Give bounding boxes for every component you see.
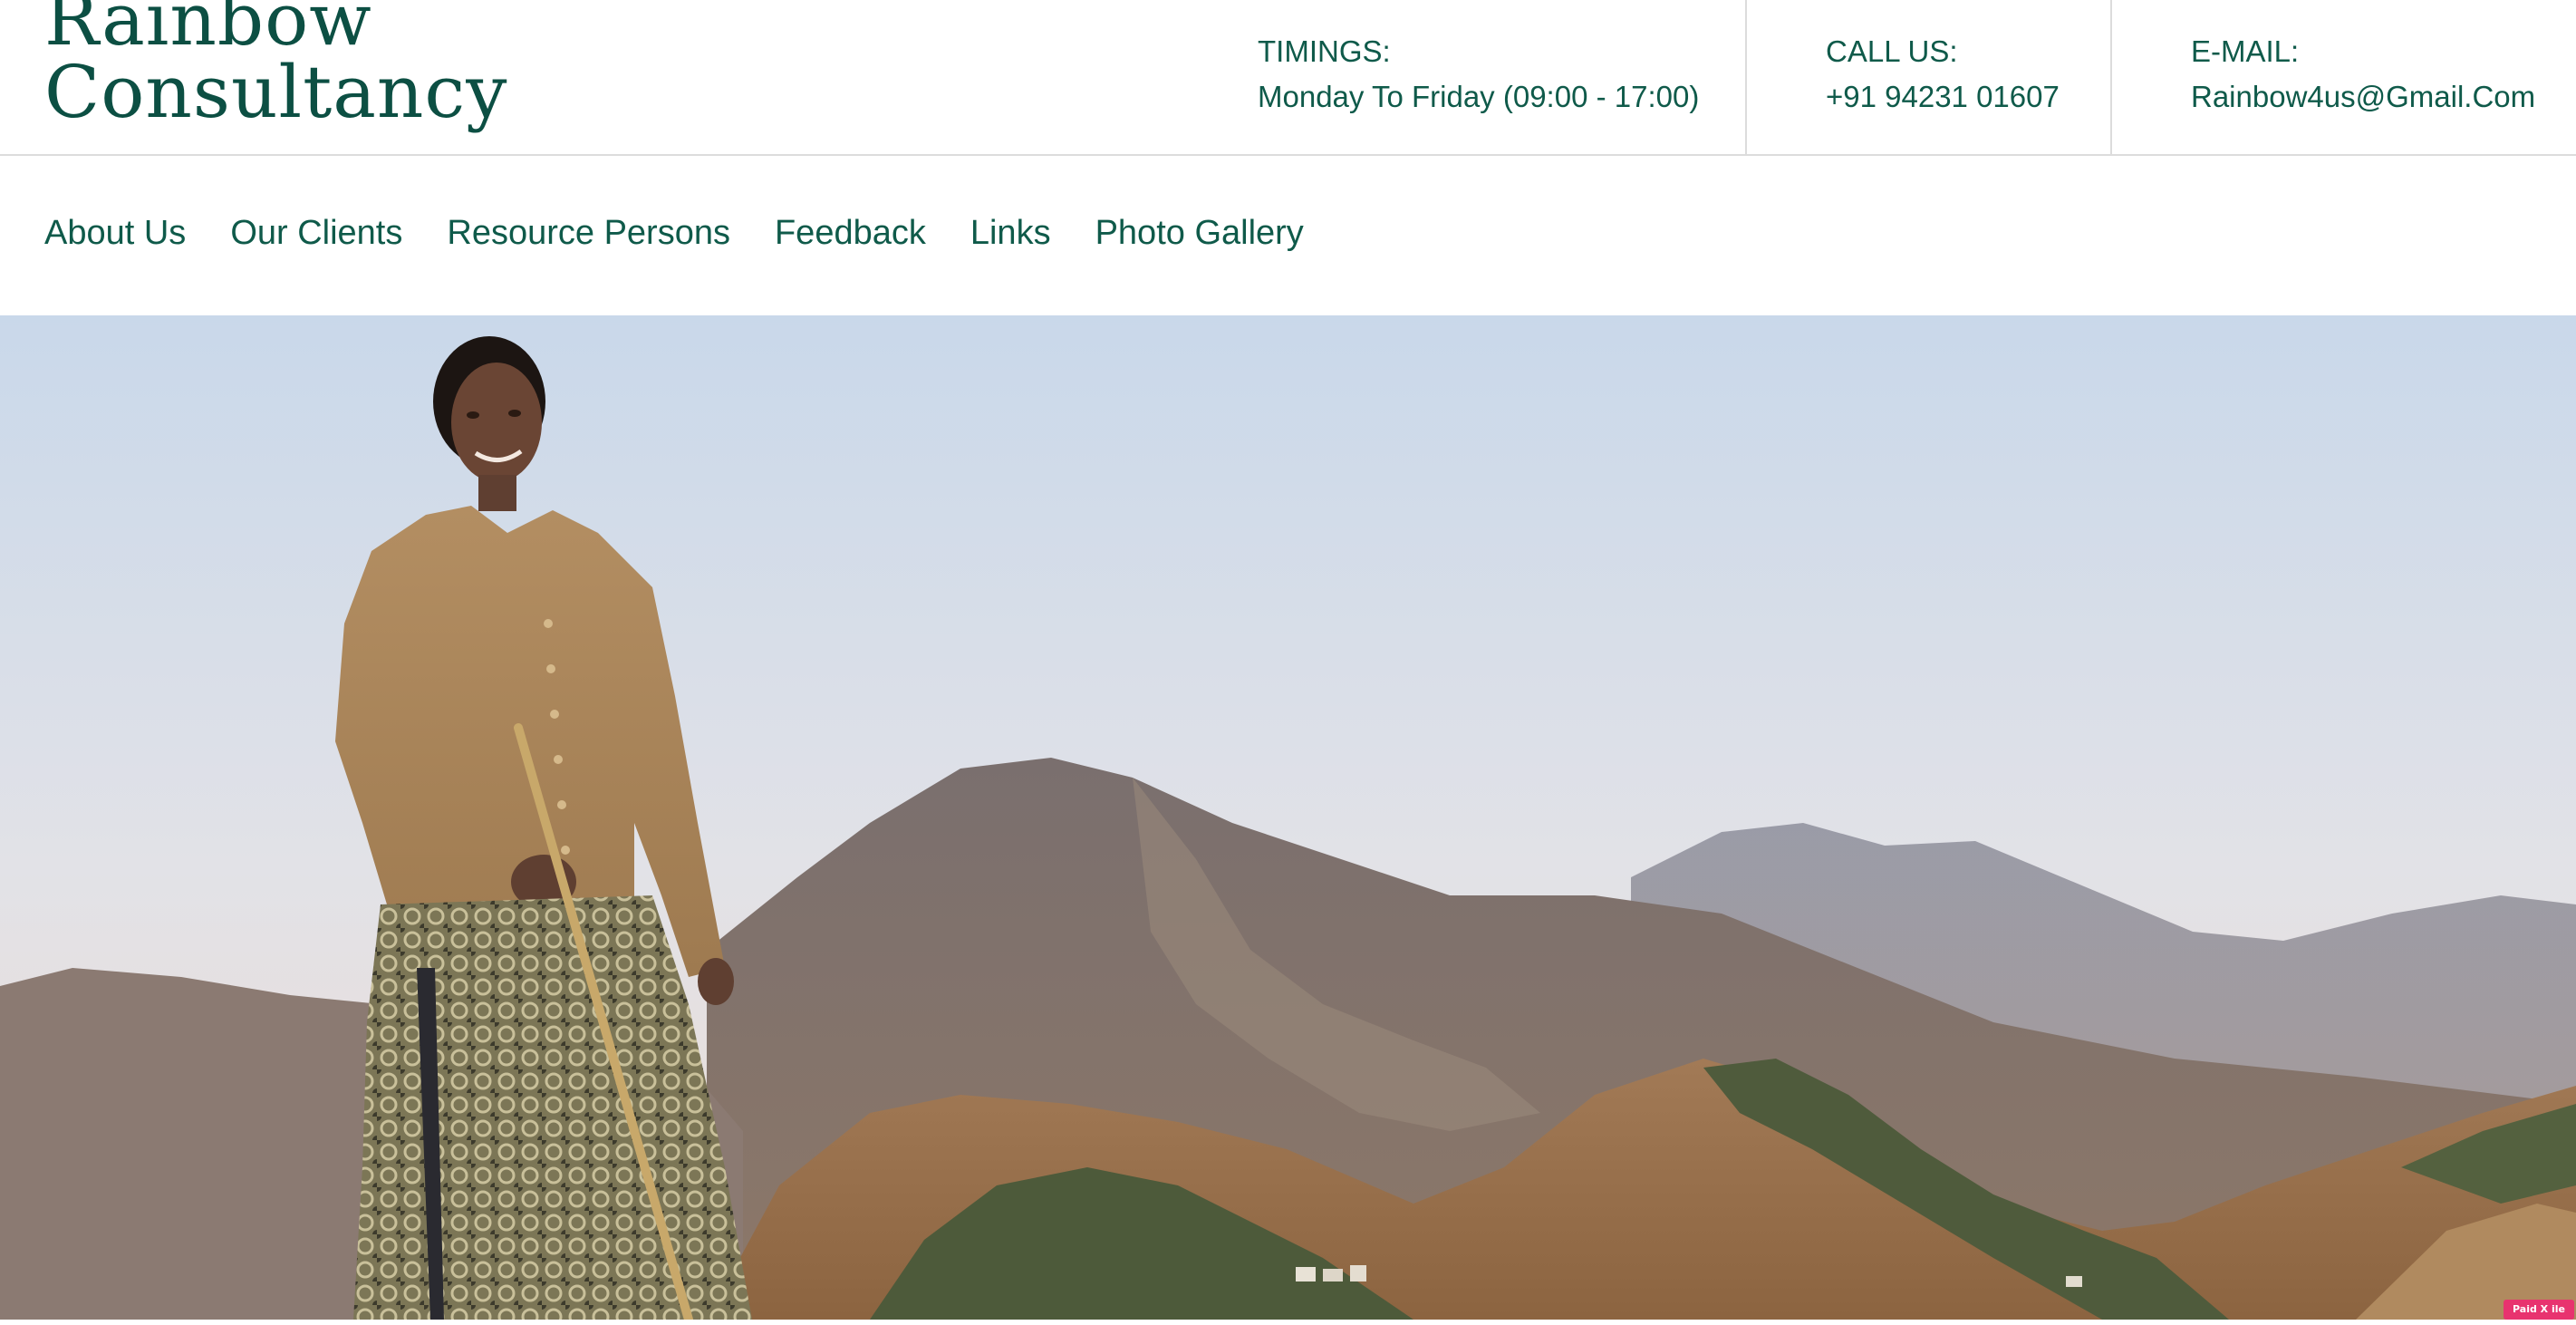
brand-logo[interactable]: Rainbow Consultancy [44,0,507,129]
nav-item-links[interactable]: Links [970,213,1051,253]
nav-item-about-us[interactable]: About Us [44,213,186,253]
header-divider [2110,0,2112,154]
call-label: CALL US: [1826,34,1958,68]
timings-value: Monday To Friday (09:00 - 17:00) [1258,80,1700,113]
nav-item-our-clients[interactable]: Our Clients [230,213,402,253]
nav-item-photo-gallery[interactable]: Photo Gallery [1095,213,1304,253]
watermark-badge: Paid X ile [2504,1300,2574,1320]
call-info: CALL US: +91 94231 01607 [1826,29,2060,120]
brand-line-2: Consultancy [44,50,508,134]
email-info: E-MAIL: Rainbow4us@Gmail.Com [2191,29,2535,120]
nav-list: About Us Our Clients Resource Persons Fe… [44,213,1348,253]
header-divider [1745,0,1747,154]
main-nav: About Us Our Clients Resource Persons Fe… [0,156,2576,315]
timings-info: TIMINGS: Monday To Friday (09:00 - 17:00… [1258,29,1699,120]
nav-item-feedback[interactable]: Feedback [775,213,926,253]
hero-photo [0,315,2576,1320]
brand-line-1: Rainbow [44,0,372,62]
site-header: Rainbow Consultancy TIMINGS: Monday To F… [0,0,2576,156]
timings-label: TIMINGS: [1258,34,1391,68]
hero-image [0,315,2576,1320]
phone-number-link[interactable]: +91 94231 01607 [1826,74,2060,120]
nav-item-resource-persons[interactable]: Resource Persons [447,213,730,253]
email-label: E-MAIL: [2191,34,2300,68]
email-link[interactable]: Rainbow4us@Gmail.Com [2191,74,2535,120]
